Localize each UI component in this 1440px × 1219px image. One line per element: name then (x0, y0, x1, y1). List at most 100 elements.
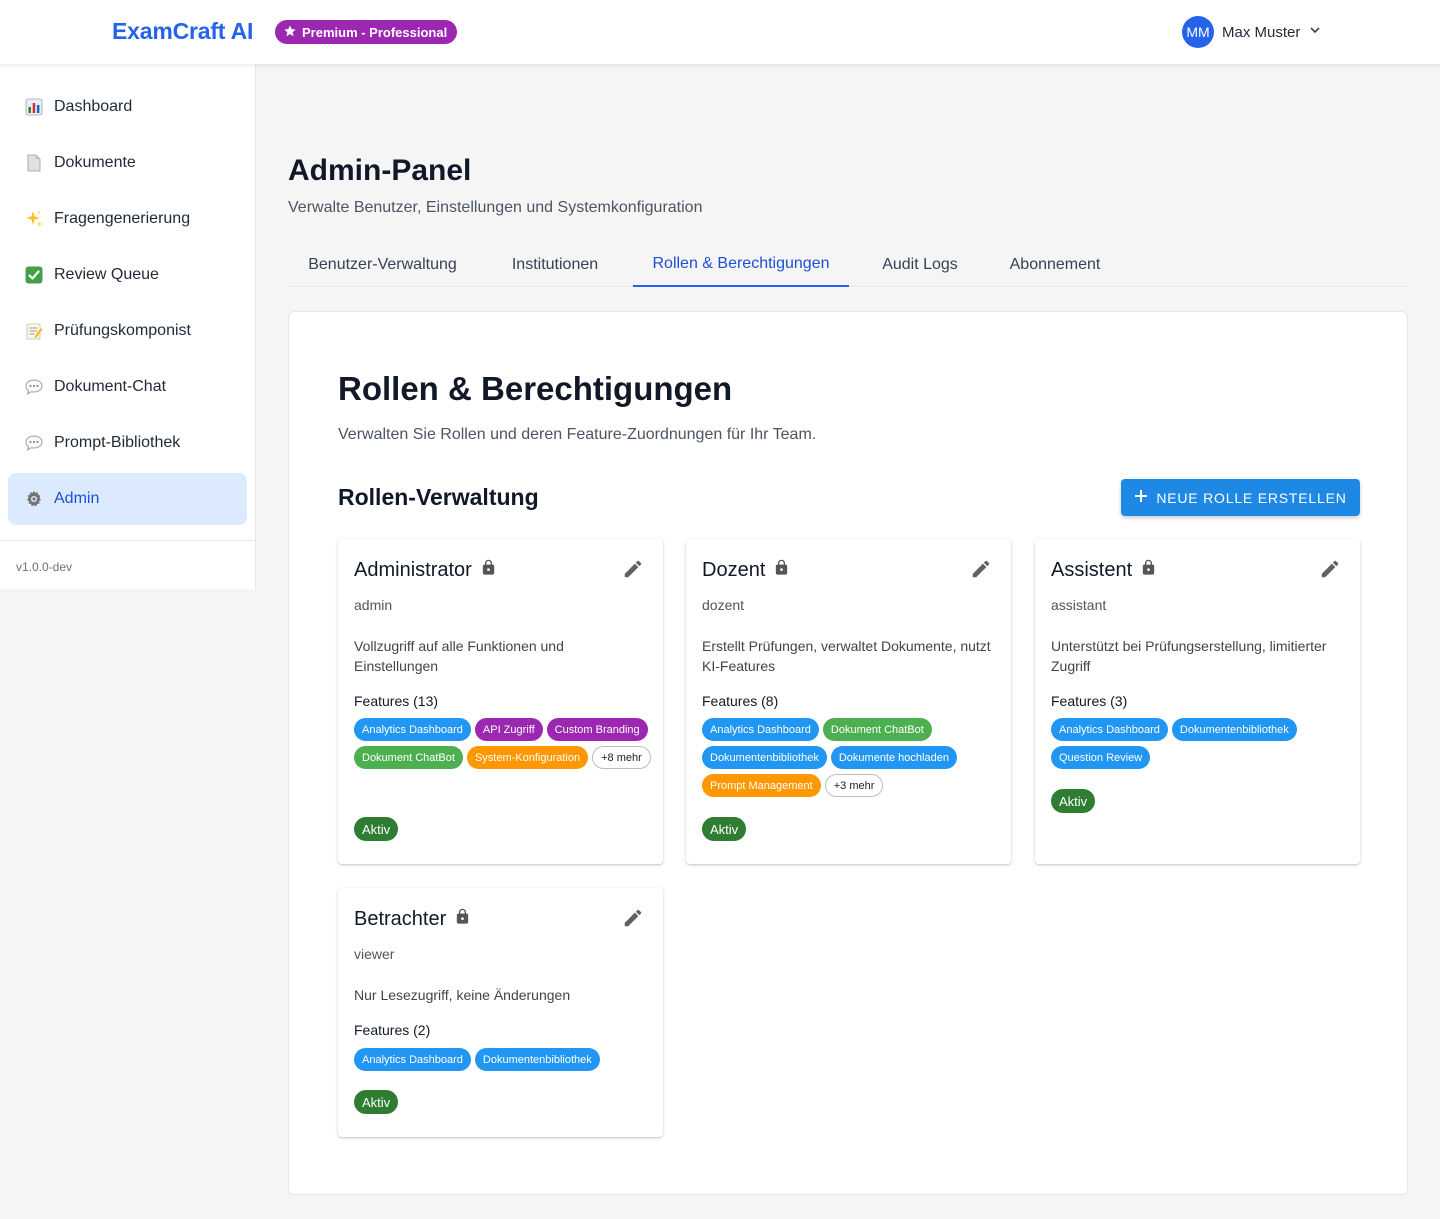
sidebar-item-dokument-chat[interactable]: Dokument-Chat (8, 361, 247, 413)
sidebar-item-fragengenerierung[interactable]: Fragengenerierung (8, 193, 247, 245)
plan-badge-label: Premium - Professional (302, 24, 448, 40)
feature-chip: Analytics Dashboard (1051, 718, 1168, 741)
sidebar: Dashboard Dokumente Fragengenerierung Re… (0, 64, 256, 589)
page-title: Admin-Panel (288, 154, 472, 187)
tab-audit-logs[interactable]: Audit Logs (849, 242, 991, 287)
role-key: admin (354, 597, 393, 613)
tab-institutionen[interactable]: Institutionen (477, 242, 633, 287)
feature-chip: Prompt Management (702, 774, 821, 797)
role-title: Betrachter (354, 908, 471, 931)
role-card-administrator: Administrator admin Vollzugriff auf alle… (338, 539, 663, 864)
role-description: Vollzugriff auf alle Funktionen und Eins… (354, 638, 564, 674)
roles-panel: Rollen & Berechtigungen Verwalten Sie Ro… (288, 311, 1408, 1195)
sidebar-item-label: Fragengenerierung (54, 210, 191, 227)
sparkles-icon (24, 209, 44, 229)
tab-rollen-berechtigungen[interactable]: Rollen & Berechtigungen (633, 242, 849, 287)
tab-benutzer-verwaltung[interactable]: Benutzer-Verwaltung (288, 242, 477, 287)
edit-role-button[interactable] (969, 559, 993, 583)
features-label: Features (8) (702, 693, 779, 709)
feature-chip: Dokument ChatBot (354, 746, 463, 769)
plus-icon (1134, 489, 1148, 506)
role-key: dozent (702, 597, 745, 613)
status-badge: Aktiv (702, 817, 747, 841)
lock-icon (454, 908, 471, 931)
feature-chip: API Zugriff (474, 718, 543, 741)
edit-role-button[interactable] (1318, 559, 1342, 583)
sidebar-item-review-queue[interactable]: Review Queue (8, 249, 247, 301)
tab-abonnement[interactable]: Abonnement (991, 242, 1119, 287)
status-badge: Aktiv (1051, 789, 1096, 813)
page-subtitle: Verwalte Benutzer, Einstellungen und Sys… (288, 199, 703, 216)
role-card-betrachter: Betrachter viewer Nur Lesezugriff, keine… (338, 888, 663, 1137)
feature-chip: Analytics Dashboard (354, 718, 471, 741)
role-name: Assistent (1051, 559, 1133, 581)
role-card-assistent: Assistent assistant Unterstützt bei Prüf… (1035, 539, 1360, 864)
features-label: Features (2) (354, 1022, 431, 1038)
lock-icon (1140, 559, 1157, 582)
sidebar-item-label: Prüfungskomponist (54, 322, 191, 339)
user-name[interactable]: Max Muster (1222, 24, 1300, 41)
role-description: Nur Lesezugriff, keine Änderungen (354, 987, 571, 1003)
feature-chip: Dokumentenbibliothek (702, 746, 827, 769)
pencil-icon (1319, 558, 1341, 585)
sidebar-item-pruefungskomponist[interactable]: Prüfungskomponist (8, 305, 247, 357)
avatar[interactable]: MM (1182, 16, 1214, 48)
plan-badge: Premium - Professional (275, 20, 458, 44)
feature-chips: Analytics Dashboard Dokumentenbibliothek (354, 1048, 654, 1071)
roles-heading: Rollen-Verwaltung (338, 484, 539, 510)
pencil-icon (622, 907, 644, 934)
memo-icon (24, 321, 44, 341)
gear-icon (24, 489, 44, 509)
pencil-icon (622, 558, 644, 585)
section-title: Rollen & Berechtigungen (338, 370, 733, 407)
role-key: viewer (354, 946, 395, 962)
feature-chip: Question Review (1051, 746, 1151, 769)
top-bar: ExamCraft AI Premium - Professional MM M… (0, 0, 1440, 64)
chevron-down-icon[interactable] (1308, 23, 1322, 42)
sidebar-item-dokumente[interactable]: Dokumente (8, 137, 247, 189)
sidebar-divider (0, 540, 255, 541)
check-mark-icon (24, 265, 44, 285)
role-card-dozent: Dozent dozent Erstellt Prüfungen, verwal… (686, 539, 1011, 864)
role-title: Dozent (702, 559, 790, 582)
role-description: Erstellt Prüfungen, verwaltet Dokumente,… (702, 638, 991, 674)
role-name: Administrator (354, 559, 472, 581)
document-icon (24, 153, 44, 173)
role-description: Unterstützt bei Prüfungserstellung, limi… (1051, 638, 1327, 674)
feature-chip: Dokument ChatBot (822, 718, 932, 741)
sidebar-item-admin[interactable]: Admin (8, 473, 247, 525)
create-role-button[interactable]: NEUE ROLLE ERSTELLEN (1121, 479, 1360, 516)
feature-chip: Dokumente hochladen (830, 746, 957, 769)
sidebar-item-label: Prompt-Bibliothek (54, 434, 181, 451)
feature-chips: Analytics Dashboard API Zugriff Custom B… (354, 718, 654, 769)
sidebar-item-label: Dashboard (54, 98, 133, 115)
sidebar-item-label: Admin (54, 490, 100, 507)
feature-chip: System-Konfiguration (466, 746, 589, 769)
app-version: v1.0.0-dev (16, 560, 73, 574)
create-role-button-label: NEUE ROLLE ERSTELLEN (1156, 489, 1347, 506)
sidebar-item-label: Dokumente (54, 154, 136, 171)
brand-logo[interactable]: ExamCraft AI (112, 18, 253, 45)
sidebar-item-prompt-bibliothek[interactable]: Prompt-Bibliothek (8, 417, 247, 469)
more-features-chip[interactable]: +3 mehr (824, 774, 884, 797)
sidebar-item-dashboard[interactable]: Dashboard (8, 81, 247, 133)
edit-role-button[interactable] (621, 908, 645, 932)
speech-balloon-icon (24, 433, 44, 453)
section-subtitle: Verwalten Sie Rollen und deren Feature-Z… (338, 426, 817, 443)
status-badge: Aktiv (354, 817, 399, 841)
user-menu[interactable]: MM Max Muster (1182, 16, 1322, 48)
role-title: Administrator (354, 559, 497, 582)
feature-chip: Custom Branding (546, 718, 648, 741)
feature-chips: Analytics Dashboard Dokument ChatBot Dok… (702, 718, 1002, 797)
sidebar-item-label: Review Queue (54, 266, 159, 283)
feature-chip: Dokumentenbibliothek (474, 1048, 600, 1071)
feature-chip: Analytics Dashboard (354, 1048, 471, 1071)
bar-chart-icon (24, 97, 44, 117)
role-title: Assistent (1051, 559, 1157, 582)
lock-icon (480, 559, 497, 582)
role-name: Dozent (702, 559, 766, 581)
features-label: Features (13) (354, 693, 439, 709)
edit-role-button[interactable] (621, 559, 645, 583)
lock-icon (773, 559, 790, 582)
more-features-chip[interactable]: +8 mehr (592, 746, 651, 769)
